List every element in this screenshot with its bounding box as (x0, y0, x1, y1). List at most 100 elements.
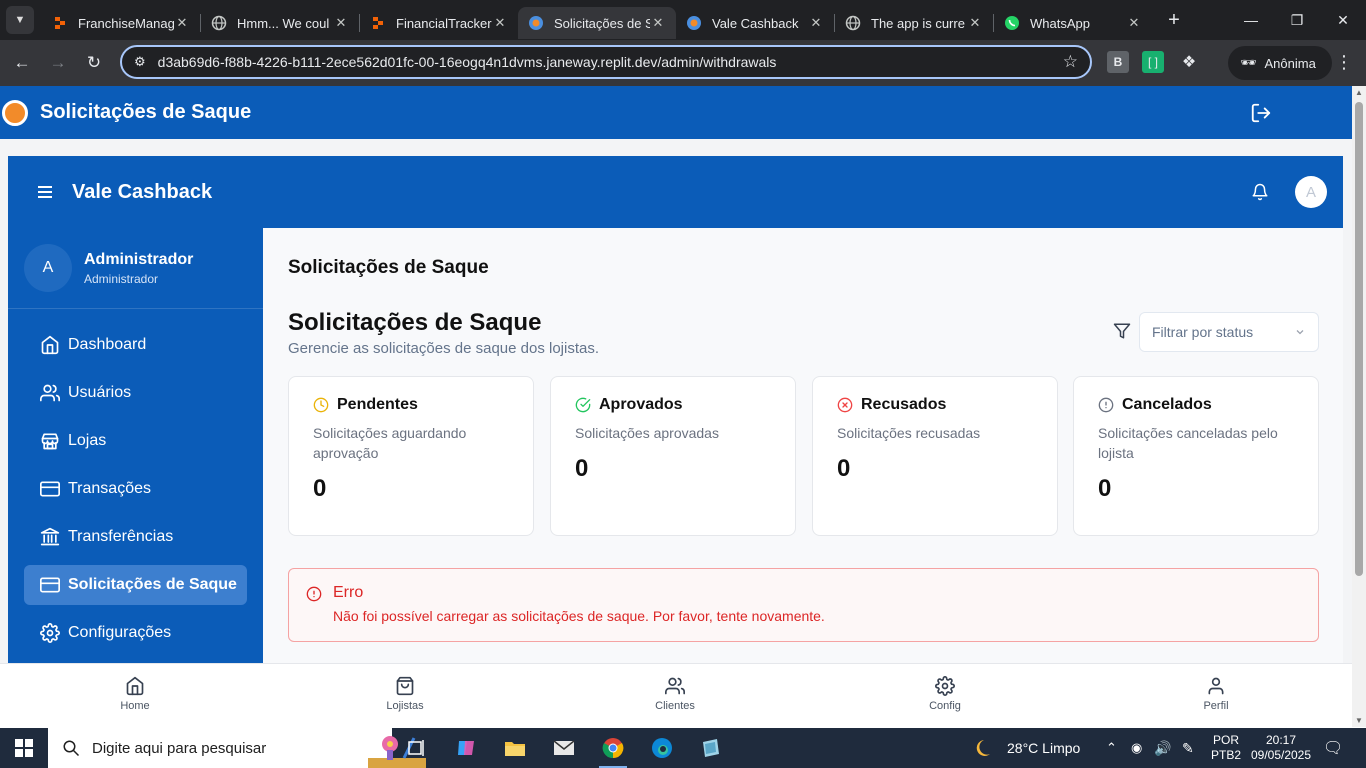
browser-tab[interactable]: The app is curre ✕ (835, 7, 993, 39)
language-top: POR (1213, 733, 1240, 747)
bottom-nav-perfil[interactable]: Perfil (1176, 676, 1256, 712)
file-explorer-icon[interactable] (495, 732, 535, 764)
close-icon[interactable]: ✕ (650, 15, 666, 31)
avatar: A (24, 244, 72, 292)
notification-icon[interactable]: 🗨 (1323, 728, 1343, 768)
browser-tab[interactable]: Hmm... We coul ✕ (201, 7, 359, 39)
back-button[interactable]: ← (5, 46, 39, 80)
app-window-icon[interactable] (691, 732, 731, 764)
new-tab-button[interactable]: + (1160, 6, 1188, 34)
browser-tab[interactable]: WhatsApp ✕ (994, 7, 1152, 39)
sidebar-item-configuracoes[interactable]: Configurações (24, 613, 247, 653)
bookmark-star-icon[interactable]: ☆ (1063, 52, 1078, 72)
browser-tab[interactable]: FranchiseManag ✕ (42, 7, 200, 39)
volume-icon[interactable]: 🔊 (1154, 728, 1171, 768)
forward-button[interactable]: → (41, 46, 75, 80)
search-icon (63, 740, 80, 757)
bottom-nav-label: Perfil (1203, 700, 1229, 712)
extension-bracket-icon[interactable]: [ ] (1142, 51, 1164, 73)
sidebar-item-transferencias[interactable]: Transferências (24, 517, 247, 557)
pen-icon[interactable]: ✎ (1182, 728, 1194, 768)
site-info-icon[interactable]: ⚙ (134, 54, 146, 70)
scroll-up-arrow-icon[interactable]: ▲ (1352, 88, 1366, 97)
close-icon[interactable]: ✕ (492, 15, 508, 31)
header-avatar[interactable]: A (1295, 176, 1327, 208)
extensions-puzzle-icon[interactable]: ❖ (1178, 51, 1200, 73)
taskbar-search-placeholder: Digite aqui para pesquisar (92, 739, 267, 757)
browser-tab-active[interactable]: Solicitações de S ✕ (518, 7, 676, 39)
taskbar-search-box[interactable]: Digite aqui para pesquisar (48, 728, 426, 768)
clock[interactable]: 20:17 09/05/2025 (1246, 728, 1316, 768)
bottom-nav-lojistas[interactable]: Lojistas (365, 676, 445, 712)
browser-menu-icon[interactable]: ⋮ (1333, 51, 1355, 73)
bottom-nav-label: Home (120, 700, 150, 712)
minimize-button[interactable]: — (1228, 0, 1274, 40)
sidebar-item-dashboard[interactable]: Dashboard (24, 325, 247, 365)
chrome-icon[interactable] (593, 732, 633, 768)
copilot-icon[interactable] (446, 732, 486, 764)
menu-toggle-icon[interactable] (38, 183, 52, 201)
bell-icon[interactable] (1251, 183, 1269, 201)
x-circle-icon (837, 397, 853, 413)
tab-title: FranchiseManag (78, 15, 174, 31)
bottom-nav-home[interactable]: Home (95, 676, 175, 712)
weather-text[interactable]: 28°C Limpo (1007, 728, 1080, 768)
app-frame: Vale Cashback A A Administrador Administ… (8, 156, 1343, 727)
replit-icon (52, 15, 68, 31)
browser-tab[interactable]: FinancialTracker ✕ (360, 7, 518, 39)
credit-card-icon (40, 481, 60, 497)
extension-b-icon[interactable]: B (1107, 51, 1129, 73)
language-indicator[interactable]: POR PTB2 (1211, 728, 1241, 768)
network-icon[interactable]: ◉ (1131, 728, 1142, 768)
bottom-nav-config[interactable]: Config (905, 676, 985, 712)
reload-button[interactable]: ↻ (77, 46, 111, 80)
gear-icon (40, 623, 60, 643)
close-icon[interactable]: ✕ (808, 15, 824, 31)
error-title: Erro (333, 584, 364, 601)
tab-search-button[interactable]: ▼ (6, 6, 34, 34)
sidebar-item-lojas[interactable]: Lojas (24, 421, 247, 461)
tab-title: Vale Cashback (712, 15, 799, 31)
scrollbar-thumb[interactable] (1355, 102, 1363, 576)
status-filter-select[interactable]: Filtrar por status (1139, 312, 1319, 352)
status-filter-placeholder: Filtrar por status (1152, 324, 1254, 340)
bottom-nav: Home Lojistas Clientes Config Perfil (0, 663, 1352, 727)
sidebar-item-transacoes[interactable]: Transações (24, 469, 247, 509)
sidebar-item-solicitacoes-de-saque[interactable]: Solicitações de Saque (24, 565, 247, 605)
globe-icon (211, 15, 227, 31)
windows-start-icon[interactable] (0, 728, 48, 768)
mail-icon[interactable] (544, 732, 584, 764)
tray-chevron-up-icon[interactable]: ⌃ (1106, 728, 1117, 768)
app-icon (686, 15, 702, 31)
tab-title: Hmm... We coul (237, 15, 330, 31)
alert-circle-icon (1098, 397, 1114, 413)
sidebar-item-label: Dashboard (68, 336, 147, 353)
profile-name: Administrador (84, 250, 194, 268)
users-icon (665, 677, 685, 695)
close-icon[interactable]: ✕ (174, 15, 190, 31)
incognito-profile-button[interactable]: 🕶 Anônima (1228, 46, 1332, 80)
close-icon[interactable]: ✕ (1126, 15, 1142, 31)
bottom-nav-clientes[interactable]: Clientes (635, 676, 715, 712)
app-header: Vale Cashback A (8, 156, 1343, 228)
card-title: Aprovados (599, 396, 683, 413)
scroll-down-arrow-icon[interactable]: ▼ (1352, 716, 1366, 725)
edge-icon[interactable] (642, 732, 682, 764)
page-scrollbar[interactable]: ▲ ▼ (1352, 86, 1366, 727)
weather-moon-icon[interactable] (968, 732, 1004, 764)
sidebar-item-usuarios[interactable]: Usuários (24, 373, 247, 413)
card-description: Solicitações canceladas pelo lojista (1098, 425, 1278, 461)
main-content: Solicitações de Saque Solicitações de Sa… (263, 228, 1343, 727)
close-icon[interactable]: ✕ (967, 15, 983, 31)
logout-icon[interactable] (1250, 102, 1272, 124)
close-icon[interactable]: ✕ (333, 15, 349, 31)
window-close-button[interactable]: ✕ (1320, 0, 1366, 40)
check-circle-icon (575, 397, 591, 413)
task-view-icon[interactable] (396, 732, 436, 764)
card-description: Solicitações aguardando aprovação (313, 425, 467, 461)
address-bar[interactable]: ⚙ d3ab69d6-f88b-4226-b111-2ece562d01fc-0… (120, 45, 1092, 79)
restore-button[interactable]: ❐ (1274, 0, 1320, 40)
clock-date: 09/05/2025 (1250, 748, 1312, 762)
replit-icon (370, 15, 386, 31)
browser-tab[interactable]: Vale Cashback ✕ (676, 7, 834, 39)
